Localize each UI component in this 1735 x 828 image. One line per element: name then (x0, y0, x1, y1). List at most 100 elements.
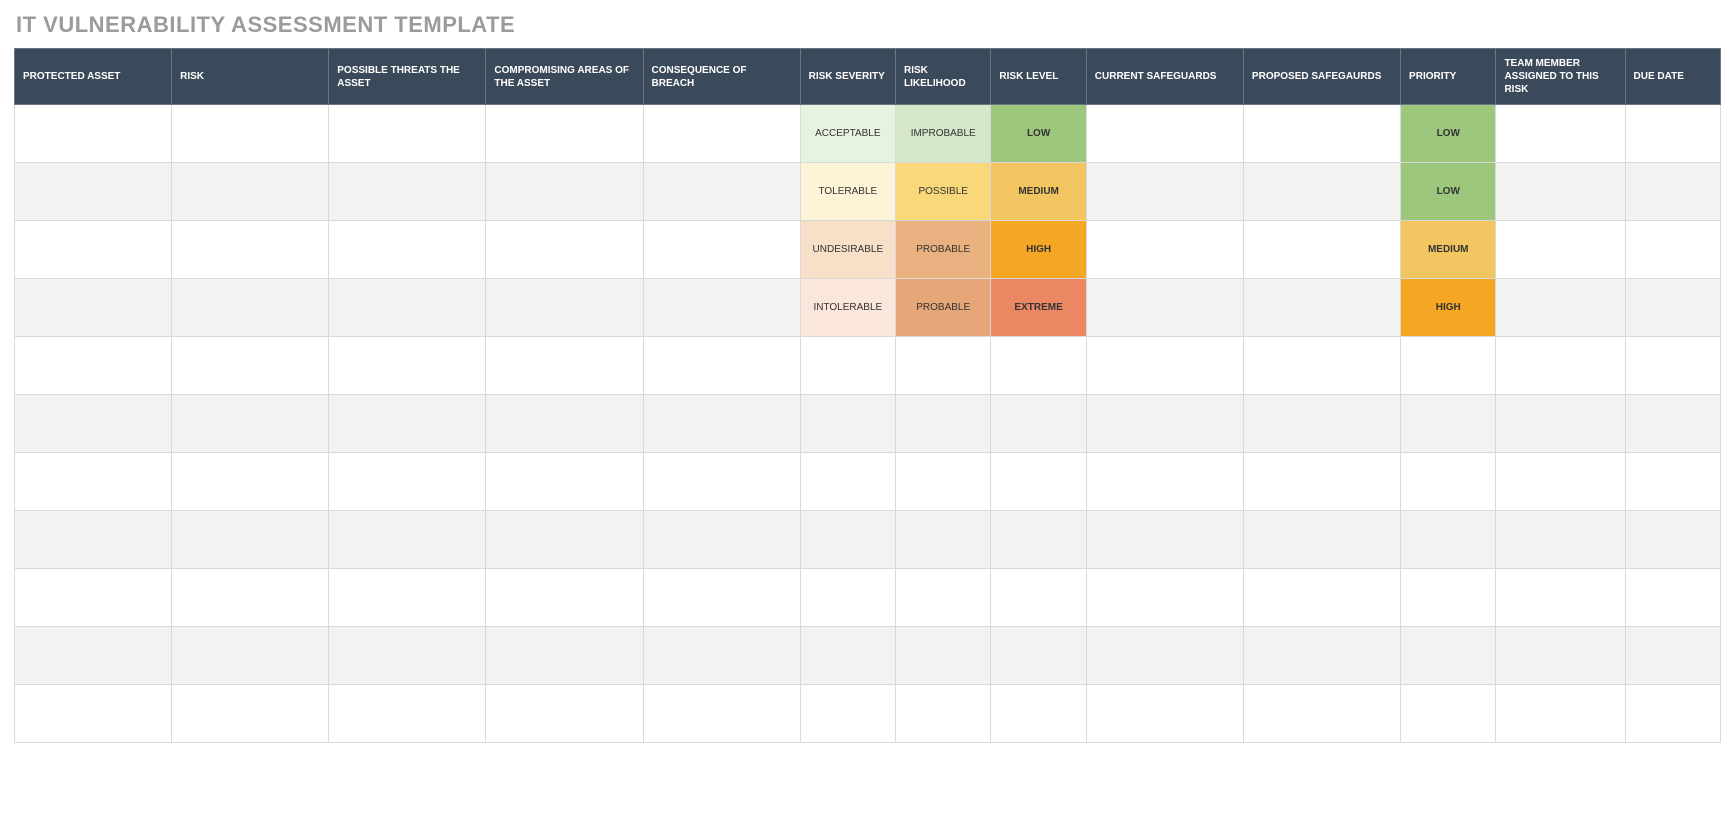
cell[interactable] (1243, 221, 1400, 279)
cell[interactable] (15, 221, 172, 279)
cell[interactable] (329, 453, 486, 511)
cell[interactable] (172, 105, 329, 163)
cell[interactable] (800, 453, 895, 511)
cell[interactable] (643, 337, 800, 395)
cell[interactable] (15, 685, 172, 743)
risk-level-cell[interactable]: LOW (991, 105, 1086, 163)
cell[interactable] (486, 163, 643, 221)
cell[interactable] (486, 511, 643, 569)
cell[interactable] (1625, 395, 1721, 453)
cell[interactable] (800, 511, 895, 569)
cell[interactable] (486, 453, 643, 511)
cell[interactable] (172, 279, 329, 337)
cell[interactable] (1625, 337, 1721, 395)
cell[interactable] (800, 569, 895, 627)
cell[interactable] (1086, 685, 1243, 743)
cell[interactable] (329, 163, 486, 221)
cell[interactable] (329, 221, 486, 279)
cell[interactable] (643, 279, 800, 337)
cell[interactable] (486, 105, 643, 163)
cell[interactable] (15, 395, 172, 453)
cell[interactable] (172, 395, 329, 453)
cell[interactable] (1086, 337, 1243, 395)
cell[interactable] (172, 627, 329, 685)
cell[interactable] (1625, 569, 1721, 627)
cell[interactable] (1625, 105, 1721, 163)
cell[interactable] (486, 279, 643, 337)
cell[interactable] (896, 395, 991, 453)
priority-cell[interactable]: LOW (1401, 163, 1496, 221)
cell[interactable] (1243, 337, 1400, 395)
cell[interactable] (329, 569, 486, 627)
cell[interactable] (1401, 569, 1496, 627)
cell[interactable] (486, 395, 643, 453)
risk-severity-cell[interactable]: ACCEPTABLE (800, 105, 895, 163)
cell[interactable] (15, 337, 172, 395)
cell[interactable] (1496, 337, 1625, 395)
cell[interactable] (172, 511, 329, 569)
cell[interactable] (1243, 627, 1400, 685)
cell[interactable] (643, 569, 800, 627)
cell[interactable] (896, 337, 991, 395)
cell[interactable] (1625, 163, 1721, 221)
cell[interactable] (1625, 685, 1721, 743)
cell[interactable] (1496, 511, 1625, 569)
cell[interactable] (643, 511, 800, 569)
cell[interactable] (643, 221, 800, 279)
cell[interactable] (1086, 105, 1243, 163)
cell[interactable] (991, 685, 1086, 743)
cell[interactable] (1625, 627, 1721, 685)
cell[interactable] (643, 685, 800, 743)
risk-likelihood-cell[interactable]: PROBABLE (896, 221, 991, 279)
cell[interactable] (329, 105, 486, 163)
cell[interactable] (329, 337, 486, 395)
cell[interactable] (1625, 221, 1721, 279)
cell[interactable] (486, 337, 643, 395)
cell[interactable] (329, 685, 486, 743)
priority-cell[interactable]: LOW (1401, 105, 1496, 163)
cell[interactable] (896, 685, 991, 743)
cell[interactable] (1086, 453, 1243, 511)
risk-severity-cell[interactable]: UNDESIRABLE (800, 221, 895, 279)
risk-level-cell[interactable]: MEDIUM (991, 163, 1086, 221)
cell[interactable] (643, 395, 800, 453)
cell[interactable] (1496, 685, 1625, 743)
cell[interactable] (1086, 627, 1243, 685)
risk-severity-cell[interactable]: INTOLERABLE (800, 279, 895, 337)
cell[interactable] (800, 337, 895, 395)
cell[interactable] (15, 279, 172, 337)
cell[interactable] (991, 569, 1086, 627)
risk-severity-cell[interactable]: TOLERABLE (800, 163, 895, 221)
cell[interactable] (1086, 395, 1243, 453)
cell[interactable] (1496, 279, 1625, 337)
cell[interactable] (15, 105, 172, 163)
cell[interactable] (172, 163, 329, 221)
cell[interactable] (1086, 511, 1243, 569)
cell[interactable] (1243, 511, 1400, 569)
cell[interactable] (1243, 279, 1400, 337)
cell[interactable] (1496, 627, 1625, 685)
cell[interactable] (1625, 279, 1721, 337)
cell[interactable] (800, 685, 895, 743)
cell[interactable] (1086, 569, 1243, 627)
cell[interactable] (991, 511, 1086, 569)
cell[interactable] (1243, 163, 1400, 221)
cell[interactable] (991, 453, 1086, 511)
priority-cell[interactable]: MEDIUM (1401, 221, 1496, 279)
cell[interactable] (486, 221, 643, 279)
risk-likelihood-cell[interactable]: IMPROBABLE (896, 105, 991, 163)
cell[interactable] (1086, 279, 1243, 337)
cell[interactable] (329, 395, 486, 453)
cell[interactable] (1086, 163, 1243, 221)
cell[interactable] (172, 685, 329, 743)
cell[interactable] (329, 511, 486, 569)
cell[interactable] (486, 627, 643, 685)
cell[interactable] (1401, 685, 1496, 743)
risk-likelihood-cell[interactable]: PROBABLE (896, 279, 991, 337)
cell[interactable] (1625, 453, 1721, 511)
cell[interactable] (1243, 569, 1400, 627)
cell[interactable] (1401, 511, 1496, 569)
cell[interactable] (1243, 685, 1400, 743)
cell[interactable] (486, 569, 643, 627)
cell[interactable] (1401, 395, 1496, 453)
